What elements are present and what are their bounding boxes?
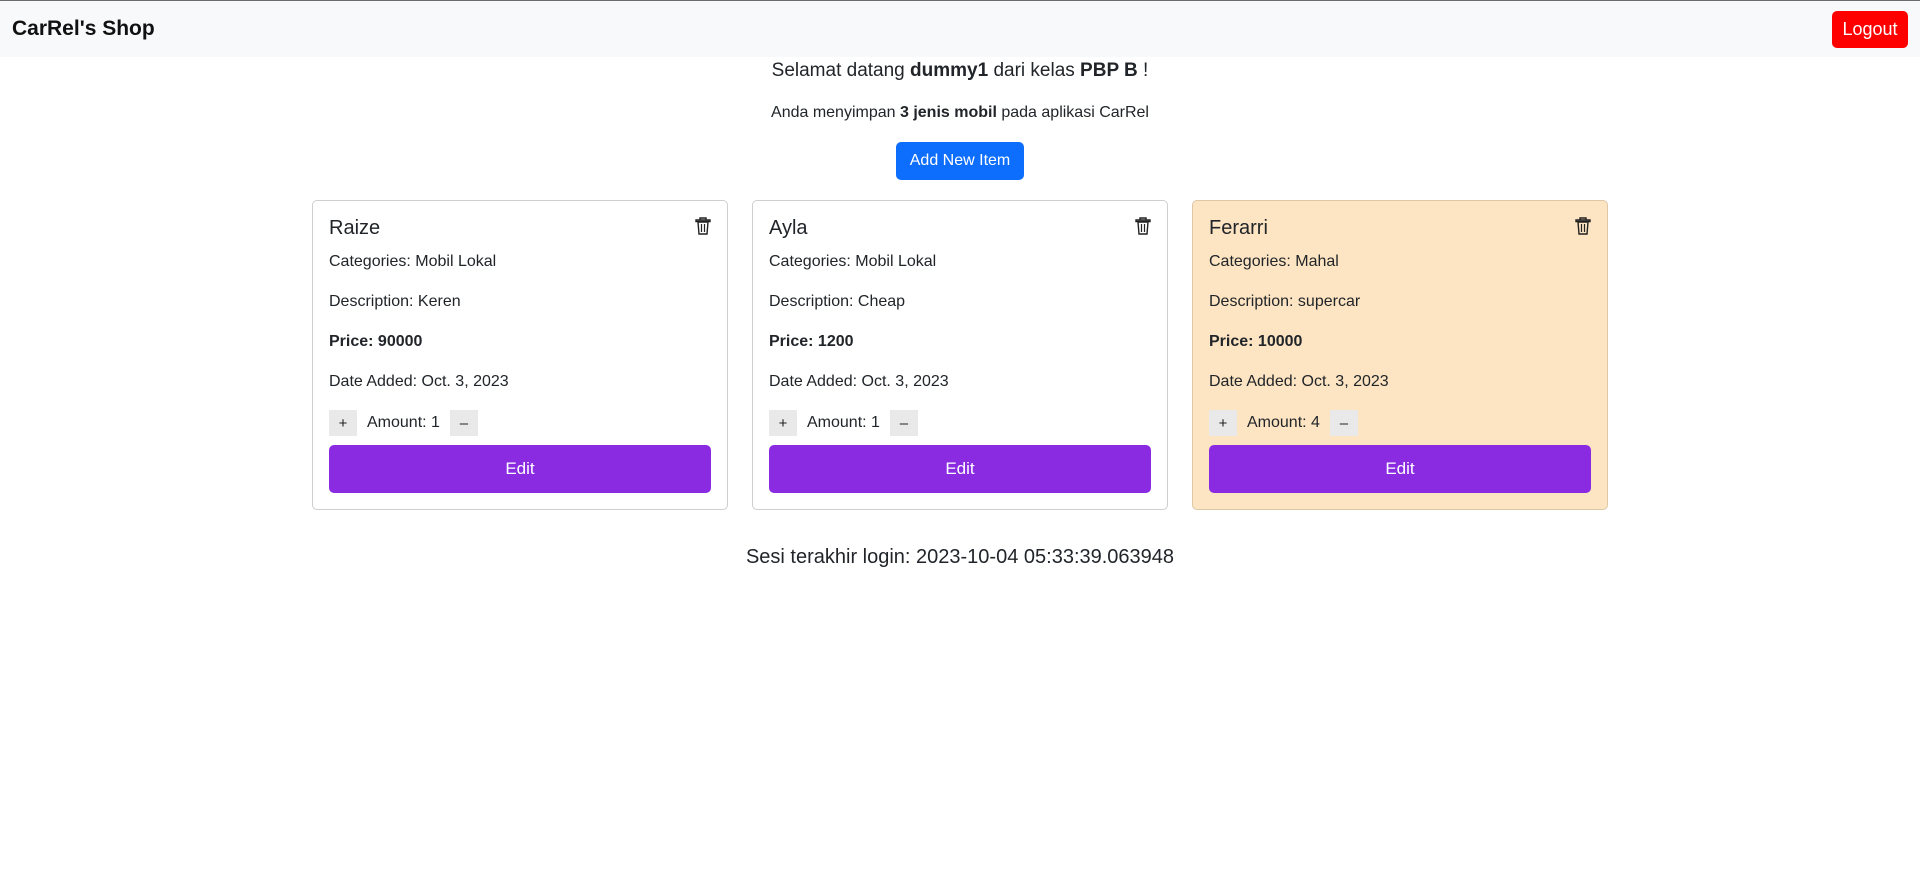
item-description: Description: Cheap xyxy=(769,293,906,310)
item-price: Price: 90000 xyxy=(329,333,423,350)
item-date-added: Date Added: Oct. 3, 2023 xyxy=(769,373,949,390)
last-login-text: Sesi terakhir login: 2023-10-04 05:33:39… xyxy=(745,546,1175,568)
item-description: Description: Keren xyxy=(329,293,461,310)
increase-amount-button[interactable]: + xyxy=(329,410,357,436)
item-date-added: Date Added: Oct. 3, 2023 xyxy=(1209,373,1389,390)
item-amount: Amount: 1 xyxy=(807,414,880,431)
item-card: Ayla Categories: Mobil Lokal Description… xyxy=(752,200,1168,510)
amount-controls: + Amount: 1 – xyxy=(769,410,918,436)
edit-button[interactable]: Edit xyxy=(1209,445,1591,493)
item-date-added: Date Added: Oct. 3, 2023 xyxy=(329,373,509,390)
welcome-username: dummy1 xyxy=(910,60,989,81)
welcome-class: PBP B xyxy=(1080,60,1138,81)
edit-button[interactable]: Edit xyxy=(769,445,1151,493)
navbar: CarRel's Shop Logout xyxy=(0,0,1920,57)
item-categories: Categories: Mahal xyxy=(1209,253,1339,270)
item-card: Raize Categories: Mobil Lokal Descriptio… xyxy=(312,200,728,510)
item-categories: Categories: Mobil Lokal xyxy=(329,253,497,270)
trash-icon[interactable] xyxy=(695,217,711,235)
decrease-amount-button[interactable]: – xyxy=(449,410,478,436)
item-name: Ferarri xyxy=(1209,217,1268,239)
increase-amount-button[interactable]: + xyxy=(1209,410,1237,436)
item-amount: Amount: 1 xyxy=(367,414,440,431)
logout-button[interactable]: Logout xyxy=(1832,11,1908,48)
amount-controls: + Amount: 4 – xyxy=(1209,410,1358,436)
welcome-suffix: ! xyxy=(1137,60,1149,81)
item-price: Price: 10000 xyxy=(1209,333,1303,350)
edit-button[interactable]: Edit xyxy=(329,445,711,493)
item-categories: Categories: Mobil Lokal xyxy=(769,253,937,270)
trash-icon[interactable] xyxy=(1135,217,1151,235)
item-name: Ayla xyxy=(769,217,808,239)
info-prefix: Anda menyimpan xyxy=(771,104,900,121)
item-amount: Amount: 4 xyxy=(1247,414,1320,431)
info-count: 3 jenis mobil xyxy=(899,104,997,121)
decrease-amount-button[interactable]: – xyxy=(1329,410,1358,436)
welcome-prefix: Selamat datang xyxy=(771,60,911,81)
item-description: Description: supercar xyxy=(1209,293,1361,310)
trash-icon[interactable] xyxy=(1575,217,1591,235)
amount-controls: + Amount: 1 – xyxy=(329,410,478,436)
items-count-info: Anda menyimpan 3 jenis mobil pada aplika… xyxy=(0,104,1920,122)
info-suffix: pada aplikasi CarRel xyxy=(996,104,1149,121)
brand-title[interactable]: CarRel's Shop xyxy=(12,17,155,41)
welcome-text: Selamat datang dummy1 dari kelas PBP B ! xyxy=(0,60,1920,82)
decrease-amount-button[interactable]: – xyxy=(889,410,918,436)
welcome-middle: dari kelas xyxy=(988,60,1081,81)
increase-amount-button[interactable]: + xyxy=(769,410,797,436)
item-name: Raize xyxy=(329,217,381,239)
item-price: Price: 1200 xyxy=(769,333,854,350)
add-new-item-button[interactable]: Add New Item xyxy=(896,142,1024,180)
item-card-highlighted: Ferarri Categories: Mahal Description: s… xyxy=(1192,200,1608,510)
